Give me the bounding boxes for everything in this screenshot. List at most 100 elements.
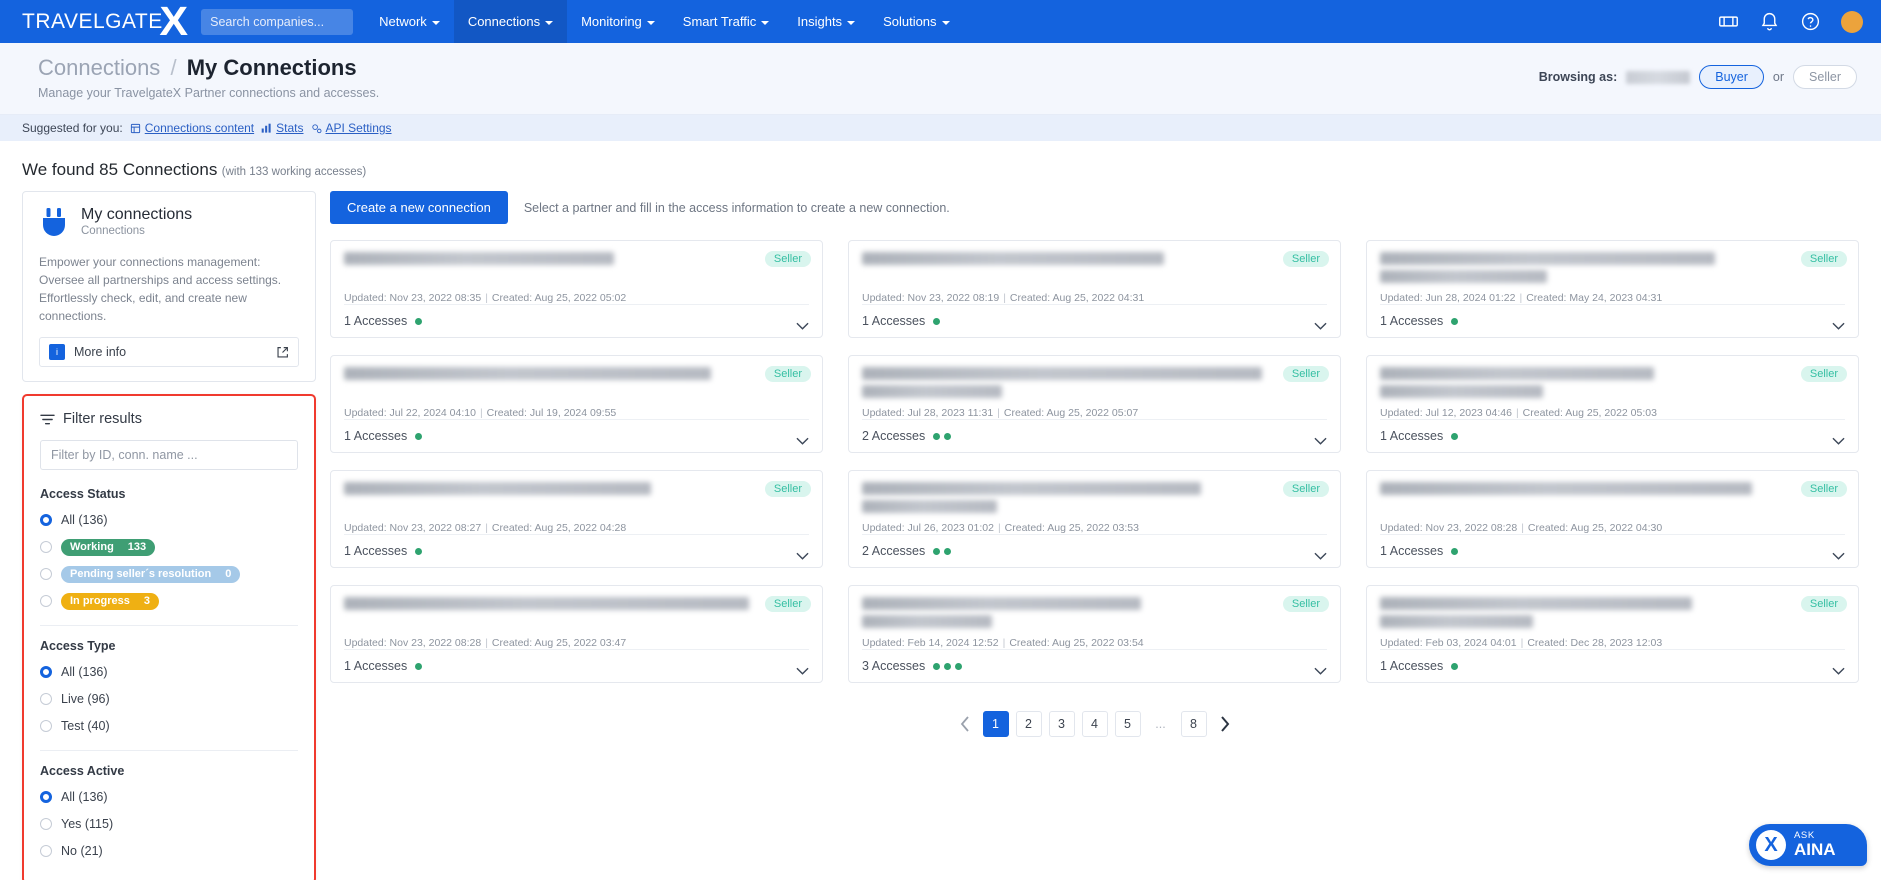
nav-item-solutions[interactable]: Solutions bbox=[869, 0, 963, 43]
card-accesses-footer[interactable]: 1 Accesses bbox=[1380, 534, 1845, 567]
card-accesses-footer[interactable]: 3 Accesses bbox=[862, 649, 1327, 682]
status-badge-count: 3 bbox=[143, 595, 151, 607]
card-created-date: Created: May 24, 2023 04:31 bbox=[1526, 292, 1663, 304]
avatar[interactable] bbox=[1841, 10, 1863, 33]
connection-card[interactable]: Seller Updated: Nov 23, 2022 08:27 | Create… bbox=[330, 470, 823, 568]
connection-card[interactable]: Seller Updated: Nov 23, 2022 08:28 | Create… bbox=[330, 585, 823, 683]
filter-option[interactable]: Yes (115) bbox=[40, 814, 298, 834]
card-accesses-footer[interactable]: 1 Accesses bbox=[1380, 304, 1845, 337]
pagination-page-3[interactable]: 3 bbox=[1048, 711, 1075, 737]
connection-card[interactable]: Seller Updated: Jul 22, 2024 04:10 | Create… bbox=[330, 355, 823, 453]
chevron-down-icon[interactable] bbox=[796, 317, 809, 330]
filter-option-label: All (136) bbox=[61, 513, 108, 527]
filter-option[interactable]: Pending seller´s resolution 0 bbox=[40, 564, 298, 584]
help-icon[interactable] bbox=[1800, 11, 1821, 32]
ask-aina-button[interactable]: X ASK AINA bbox=[1749, 824, 1867, 866]
filter-option[interactable]: All (136) bbox=[40, 662, 298, 682]
status-badge-label: Pending seller´s resolution bbox=[70, 568, 212, 580]
connection-card[interactable]: Seller Updated: Jun 28, 2024 01:22 | Create… bbox=[1366, 240, 1859, 338]
travelgate-logo[interactable]: TRAVELGATE X bbox=[22, 0, 188, 43]
chevron-down-icon[interactable] bbox=[1314, 432, 1327, 445]
filter-option[interactable]: Test (40) bbox=[40, 716, 298, 736]
pagination-page-5[interactable]: 5 bbox=[1114, 711, 1141, 737]
suggested-link-connections-content[interactable]: Connections content bbox=[130, 121, 254, 135]
card-accesses-footer[interactable]: 1 Accesses bbox=[344, 534, 809, 567]
chevron-down-icon[interactable] bbox=[1832, 547, 1845, 560]
suggested-link-api-settings[interactable]: API Settings bbox=[311, 121, 392, 135]
bell-icon[interactable] bbox=[1759, 11, 1780, 32]
card-accesses-footer[interactable]: 2 Accesses bbox=[862, 419, 1327, 452]
pagination-next-button[interactable] bbox=[1214, 713, 1236, 735]
chevron-down-icon[interactable] bbox=[1314, 547, 1327, 560]
connection-card[interactable]: Seller Updated: Nov 23, 2022 08:28 | Create… bbox=[1366, 470, 1859, 568]
card-accesses-footer[interactable]: 1 Accesses bbox=[862, 304, 1327, 337]
chevron-down-icon[interactable] bbox=[1314, 317, 1327, 330]
radio-button[interactable] bbox=[40, 693, 52, 705]
filter-option[interactable]: All (136) bbox=[40, 510, 298, 530]
card-accesses-footer[interactable]: 1 Accesses bbox=[344, 304, 809, 337]
connection-card[interactable]: Seller Updated: Nov 23, 2022 08:19 | Create… bbox=[848, 240, 1341, 338]
date-separator: | bbox=[479, 407, 483, 419]
connection-card[interactable]: Seller Updated: Feb 14, 2024 12:52 | Create… bbox=[848, 585, 1341, 683]
date-separator: | bbox=[1002, 637, 1006, 649]
chevron-down-icon[interactable] bbox=[1832, 662, 1845, 675]
card-accesses-footer[interactable]: 1 Accesses bbox=[1380, 649, 1845, 682]
role-seller-button[interactable]: Seller bbox=[1793, 65, 1857, 89]
chevron-down-icon[interactable] bbox=[796, 662, 809, 675]
filter-option[interactable]: In progress 3 bbox=[40, 591, 298, 611]
connection-card[interactable]: Seller Updated: Nov 23, 2022 08:35 | Create… bbox=[330, 240, 823, 338]
status-dot bbox=[1451, 662, 1459, 670]
radio-button[interactable] bbox=[40, 666, 52, 678]
nav-item-network[interactable]: Network bbox=[365, 0, 454, 43]
connection-card[interactable]: Seller Updated: Feb 03, 2024 04:01 | Create… bbox=[1366, 585, 1859, 683]
pagination-page-4[interactable]: 4 bbox=[1081, 711, 1108, 737]
chevron-down-icon[interactable] bbox=[796, 547, 809, 560]
role-buyer-button[interactable]: Buyer bbox=[1699, 65, 1764, 89]
radio-button[interactable] bbox=[40, 845, 52, 857]
pagination-page-1[interactable]: 1 bbox=[982, 711, 1009, 737]
connection-card[interactable]: Seller Updated: Jul 28, 2023 11:31 | Create… bbox=[848, 355, 1341, 453]
card-accesses-footer[interactable]: 1 Accesses bbox=[344, 419, 809, 452]
filter-search-input[interactable] bbox=[40, 440, 298, 470]
accesses-count-label: 1 Accesses bbox=[862, 314, 926, 328]
radio-button[interactable] bbox=[40, 595, 52, 607]
chevron-down-icon[interactable] bbox=[1832, 432, 1845, 445]
status-badge-label: Working bbox=[70, 541, 114, 553]
chevron-down-icon[interactable] bbox=[796, 432, 809, 445]
filter-option-label: All (136) bbox=[61, 790, 108, 804]
radio-button[interactable] bbox=[40, 568, 52, 580]
breadcrumb-parent[interactable]: Connections bbox=[38, 55, 160, 80]
pagination-page-8[interactable]: 8 bbox=[1180, 711, 1207, 737]
more-info-button[interactable]: i More info bbox=[39, 337, 299, 367]
nav-item-connections[interactable]: Connections bbox=[453, 0, 568, 43]
seller-tag: Seller bbox=[1282, 251, 1329, 267]
search-input[interactable] bbox=[201, 8, 354, 35]
chevron-down-icon[interactable] bbox=[1314, 662, 1327, 675]
info-card-kicker: Connections bbox=[81, 225, 145, 237]
create-new-connection-button[interactable]: Create a new connection bbox=[330, 191, 508, 224]
radio-button[interactable] bbox=[40, 514, 52, 526]
radio-button[interactable] bbox=[40, 791, 52, 803]
nav-item-insights[interactable]: Insights bbox=[783, 0, 869, 43]
nav-item-smart-traffic[interactable]: Smart Traffic bbox=[669, 0, 783, 43]
pagination-prev-button[interactable] bbox=[954, 713, 976, 735]
chevron-down-icon[interactable] bbox=[1832, 317, 1845, 330]
card-accesses-footer[interactable]: 1 Accesses bbox=[1380, 419, 1845, 452]
status-dot bbox=[1451, 547, 1459, 555]
radio-button[interactable] bbox=[40, 541, 52, 553]
filter-option[interactable]: All (136) bbox=[40, 787, 298, 807]
radio-button[interactable] bbox=[40, 818, 52, 830]
card-accesses-footer[interactable]: 2 Accesses bbox=[862, 534, 1327, 567]
ticket-icon[interactable] bbox=[1718, 11, 1739, 32]
card-accesses-footer[interactable]: 1 Accesses bbox=[344, 649, 809, 682]
connection-card[interactable]: Seller Updated: Jul 26, 2023 01:02 | Create… bbox=[848, 470, 1341, 568]
filter-option[interactable]: No (21) bbox=[40, 841, 298, 861]
nav-item-monitoring[interactable]: Monitoring bbox=[567, 0, 669, 43]
pagination-page-2[interactable]: 2 bbox=[1015, 711, 1042, 737]
suggested-link-stats[interactable]: Stats bbox=[261, 121, 304, 135]
connection-card[interactable]: Seller Updated: Jul 12, 2023 04:46 | Create… bbox=[1366, 355, 1859, 453]
filter-option[interactable]: Working 133 bbox=[40, 537, 298, 557]
filter-option[interactable]: Live (96) bbox=[40, 689, 298, 709]
radio-button[interactable] bbox=[40, 720, 52, 732]
seller-tag: Seller bbox=[764, 596, 811, 612]
